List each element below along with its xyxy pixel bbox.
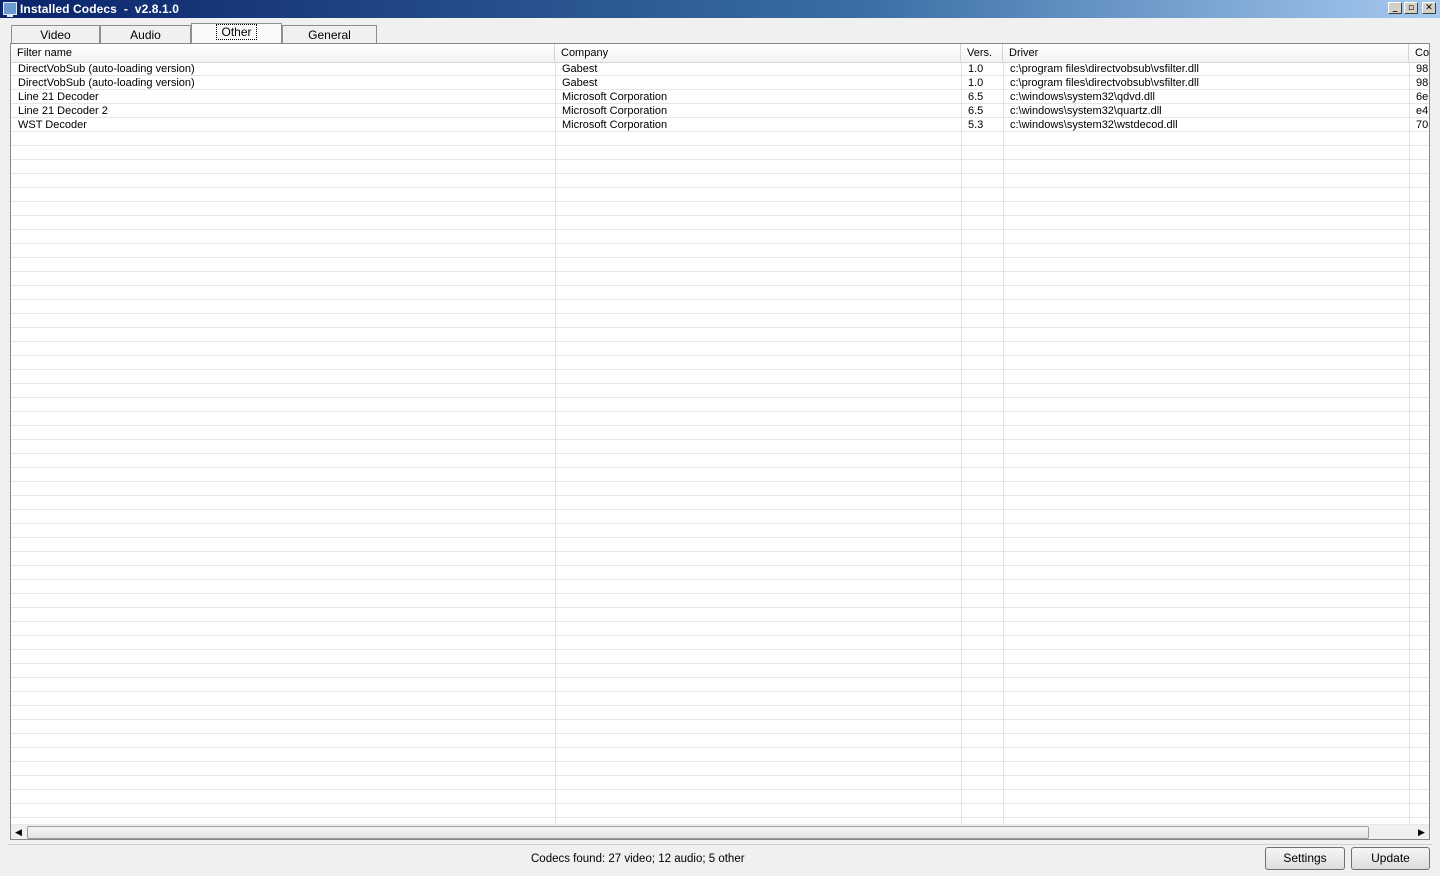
cell-filter-name: WST Decoder (18, 119, 87, 131)
scroll-right-icon[interactable]: ▶ (1414, 825, 1429, 839)
status-bar: Codecs found: 27 video; 12 audio; 5 othe… (0, 844, 1440, 876)
cell-company: Microsoft Corporation (562, 91, 668, 103)
tab-video-label: Video (40, 28, 71, 42)
column-header-version[interactable]: Vers. (961, 44, 1003, 62)
cell-company: Microsoft Corporation (562, 105, 668, 117)
monitor-icon (3, 2, 17, 17)
window-title: Installed Codecs - v2.8.1.0 (20, 2, 179, 16)
column-divider (555, 62, 556, 827)
cell-company: Microsoft Corporation (562, 119, 668, 131)
close-button[interactable]: ✕ (1422, 2, 1436, 14)
cell-co: 70 (1416, 119, 1429, 131)
cell-driver: c:\windows\system32\wstdecod.dll (1010, 119, 1178, 131)
column-divider (1409, 62, 1410, 827)
divider (8, 844, 1432, 845)
tab-audio[interactable]: Audio (100, 25, 191, 43)
minimize-button[interactable]: _ (1388, 2, 1402, 14)
cell-version: 1.0 (968, 77, 984, 89)
horizontal-scrollbar[interactable]: ◀ ▶ (11, 824, 1429, 839)
tab-audio-label: Audio (130, 28, 161, 42)
codec-list[interactable]: Filter name Company Vers. Driver Co Dire… (10, 43, 1430, 840)
list-header: Filter name Company Vers. Driver Co (11, 44, 1429, 63)
title-bar: Installed Codecs - v2.8.1.0 _ ▫ ✕ (0, 0, 1440, 18)
maximize-button[interactable]: ▫ (1404, 2, 1418, 14)
cell-co: 98 (1416, 77, 1429, 89)
tab-other-label: Other (216, 24, 257, 40)
cell-filter-name: Line 21 Decoder (18, 91, 99, 103)
cell-filter-name: Line 21 Decoder 2 (18, 105, 108, 117)
column-header-filter-name[interactable]: Filter name (11, 44, 555, 62)
tab-general[interactable]: General (282, 25, 377, 43)
table-row[interactable]: DirectVobSub (auto-loading version) Gabe… (11, 62, 1429, 76)
table-row[interactable]: Line 21 Decoder Microsoft Corporation 6.… (11, 90, 1429, 104)
cell-filter-name: DirectVobSub (auto-loading version) (18, 77, 195, 89)
cell-co: e4 (1416, 105, 1429, 117)
tab-video[interactable]: Video (11, 25, 100, 43)
cell-filter-name: DirectVobSub (auto-loading version) (18, 63, 195, 75)
update-button[interactable]: Update (1351, 847, 1430, 870)
cell-version: 5.3 (968, 119, 984, 131)
cell-version: 6.5 (968, 91, 984, 103)
column-header-driver[interactable]: Driver (1003, 44, 1409, 62)
scroll-left-icon[interactable]: ◀ (11, 825, 26, 839)
cell-driver: c:\windows\system32\quartz.dll (1010, 105, 1162, 117)
column-header-co[interactable]: Co (1409, 44, 1429, 62)
settings-button[interactable]: Settings (1265, 847, 1345, 870)
tab-general-label: General (308, 28, 351, 42)
scrollbar-thumb[interactable] (27, 826, 1369, 839)
cell-version: 1.0 (968, 63, 984, 75)
column-header-company[interactable]: Company (555, 44, 961, 62)
cell-co: 6e (1416, 91, 1429, 103)
cell-company: Gabest (562, 77, 598, 89)
column-divider (1003, 62, 1004, 827)
list-body: DirectVobSub (auto-loading version) Gabe… (11, 62, 1429, 827)
cell-version: 6.5 (968, 105, 984, 117)
cell-co: 98 (1416, 63, 1429, 75)
column-divider (961, 62, 962, 827)
table-row[interactable]: WST Decoder Microsoft Corporation 5.3 c:… (11, 118, 1429, 132)
table-row[interactable]: DirectVobSub (auto-loading version) Gabe… (11, 76, 1429, 90)
cell-driver: c:\windows\system32\qdvd.dll (1010, 91, 1155, 103)
cell-company: Gabest (562, 63, 598, 75)
cell-driver: c:\program files\directvobsub\vsfilter.d… (1010, 77, 1199, 89)
tab-other[interactable]: Other (191, 23, 282, 43)
cell-driver: c:\program files\directvobsub\vsfilter.d… (1010, 63, 1199, 75)
table-row[interactable]: Line 21 Decoder 2 Microsoft Corporation … (11, 104, 1429, 118)
codec-count-text: Codecs found: 27 video; 12 audio; 5 othe… (531, 853, 745, 865)
